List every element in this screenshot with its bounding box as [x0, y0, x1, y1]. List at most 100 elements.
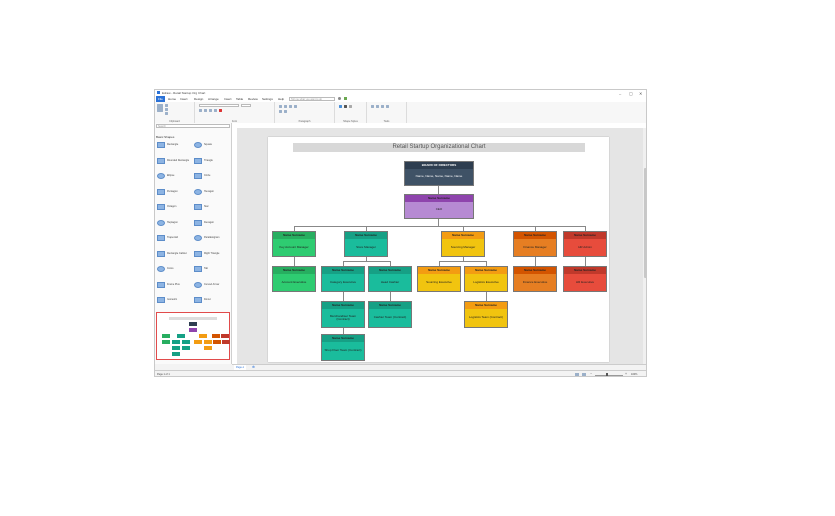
zoom-slider[interactable] — [595, 374, 623, 376]
select-icon[interactable] — [371, 105, 374, 108]
shape-item[interactable]: Donut — [194, 295, 230, 306]
shape-item[interactable]: Rectangle Callout — [157, 249, 193, 260]
shape-item[interactable]: Square — [194, 140, 230, 151]
node-level4-2[interactable]: Name Surname Cashier Team (Contract) — [368, 301, 412, 328]
shape-item[interactable]: Hexagon — [194, 187, 230, 198]
node-level3-1[interactable]: Name Surname Account Executive — [272, 266, 316, 292]
node-level4-3[interactable]: Name Surname Logistics Team (Contract) — [464, 301, 508, 328]
node-level3-3[interactable]: Name Surname Head Cashier — [368, 266, 412, 292]
fit-page-icon[interactable] — [575, 372, 579, 376]
node-level2-5[interactable]: Name Surname HR Admin — [563, 231, 607, 257]
shape-label: Decagon — [204, 220, 215, 224]
diagram-page[interactable]: Retail Startup Organizational Chart BOAR… — [268, 137, 609, 362]
shape-item[interactable]: Pentagon — [157, 187, 193, 198]
bullets-icon[interactable] — [294, 105, 297, 108]
shape-item[interactable]: Cross — [157, 264, 193, 275]
text-tool-icon[interactable] — [376, 105, 379, 108]
align-left-icon[interactable] — [279, 105, 282, 108]
shape-item[interactable]: Ellipse — [157, 171, 193, 182]
font-family-select[interactable] — [199, 104, 239, 107]
shape-item[interactable]: Frame Plus — [157, 280, 193, 291]
align-center-icon[interactable] — [284, 105, 287, 108]
close-button[interactable]: ✕ — [639, 91, 642, 96]
node-level3-6[interactable]: Name Surname Finance Executive — [513, 266, 557, 292]
node-title: Name Surname — [465, 267, 507, 274]
chart-title[interactable]: Retail Startup Organizational Chart — [293, 143, 585, 152]
zoom-level[interactable]: 100% — [631, 373, 637, 376]
vertical-scrollbar[interactable] — [643, 128, 646, 364]
shape-item[interactable]: Octagon — [157, 202, 193, 213]
shape-label: Square — [204, 143, 213, 146]
node-level4-1[interactable]: Name Surname Merchandiser Team (Contract) — [321, 301, 365, 328]
shape-item[interactable]: Curved Arrow — [194, 280, 230, 291]
shape-item[interactable]: Circle — [194, 171, 230, 182]
shadow-icon[interactable] — [349, 105, 352, 108]
shape-item[interactable]: Parallelogram — [194, 233, 230, 244]
shape-item[interactable]: Isometric — [157, 295, 193, 306]
minimize-button[interactable]: – — [619, 91, 621, 96]
maximize-button[interactable]: ▢ — [629, 91, 633, 96]
copy-icon[interactable] — [165, 108, 168, 111]
shape-item[interactable]: Rectangle — [157, 140, 193, 151]
bold-icon[interactable] — [199, 109, 202, 112]
zoom-out-icon[interactable]: − — [590, 372, 592, 376]
node-level2-3[interactable]: Name Surname Sourcing Manager — [441, 231, 485, 257]
shape-item[interactable]: Heptagon — [157, 218, 193, 229]
tell-me-search[interactable]: Tell me what you want to do — [289, 96, 335, 101]
shape-thumbnail-icon — [157, 142, 165, 148]
shape-item[interactable]: Decagon — [194, 218, 230, 229]
node-level3-7[interactable]: Name Surname HR Executive — [563, 266, 607, 292]
menu-arrange[interactable]: Arrange — [208, 97, 219, 101]
menu-design[interactable]: Design — [194, 97, 203, 101]
connector-icon[interactable] — [381, 105, 384, 108]
node-level2-4[interactable]: Name Surname Finance Manager — [513, 231, 557, 257]
menu-review[interactable]: Review — [248, 97, 258, 101]
library-search-input[interactable]: Search — [156, 124, 230, 128]
font-color-icon[interactable] — [219, 109, 222, 112]
italic-icon[interactable] — [204, 109, 207, 112]
scrollbar-thumb[interactable] — [644, 168, 646, 278]
full-screen-icon[interactable] — [582, 372, 586, 376]
line-icon[interactable] — [344, 105, 347, 108]
user-icon[interactable] — [338, 97, 341, 100]
library-section-basic-shapes[interactable]: Basic Shapes — [156, 135, 174, 139]
shape-item[interactable]: Star — [194, 202, 230, 213]
shape-item[interactable]: Tab — [194, 264, 230, 275]
zoom-in-icon[interactable]: + — [625, 372, 627, 376]
menu-home[interactable]: Home — [168, 97, 176, 101]
strikethrough-icon[interactable] — [214, 109, 217, 112]
fill-icon[interactable] — [339, 105, 342, 108]
node-level5-1[interactable]: Name Surname Shop Floor Team (Contract) — [321, 334, 365, 361]
underline-icon[interactable] — [209, 109, 212, 112]
minimap[interactable] — [156, 312, 230, 360]
node-title: Name Surname — [345, 232, 387, 239]
node-role: Cashier Team (Contract) — [373, 315, 407, 320]
node-ceo[interactable]: Name Surname CEO — [404, 194, 474, 219]
menu-settings[interactable]: Settings — [262, 97, 273, 101]
node-level3-4[interactable]: Name Surname Sourcing Executive — [417, 266, 461, 292]
node-level3-5[interactable]: Name Surname Logistics Executive — [464, 266, 508, 292]
connector-l3-bar-store — [343, 261, 391, 262]
menu-help[interactable]: Help — [278, 97, 284, 101]
outdent-icon[interactable] — [284, 110, 287, 113]
format-painter-icon[interactable] — [165, 112, 168, 115]
align-right-icon[interactable] — [289, 105, 292, 108]
font-size-select[interactable] — [241, 104, 251, 107]
pen-icon[interactable] — [386, 105, 389, 108]
node-board-of-directors[interactable]: BOARD OF DIRECTORS Name, Name, Name, Name… — [404, 161, 474, 186]
share-icon[interactable] — [344, 97, 347, 100]
shape-item[interactable]: Trapezoid — [157, 233, 193, 244]
shape-item[interactable]: Triangle — [194, 156, 230, 167]
menu-insert[interactable]: Insert — [180, 97, 188, 101]
paste-icon[interactable] — [157, 104, 163, 112]
menu-insert-2[interactable]: Insert — [224, 97, 232, 101]
node-level3-2[interactable]: Name Surname Category Executive — [321, 266, 365, 292]
node-level2-2[interactable]: Name Surname Store Manager — [344, 231, 388, 257]
cut-icon[interactable] — [165, 104, 168, 107]
node-level2-1[interactable]: Name Surname Key Account Manager — [272, 231, 316, 257]
zoom-slider-knob[interactable] — [606, 373, 608, 376]
menu-table[interactable]: Table — [236, 97, 243, 101]
shape-item[interactable]: Right Triangle — [194, 249, 230, 260]
indent-icon[interactable] — [279, 110, 282, 113]
shape-item[interactable]: Rounded Rectangle — [157, 156, 193, 167]
